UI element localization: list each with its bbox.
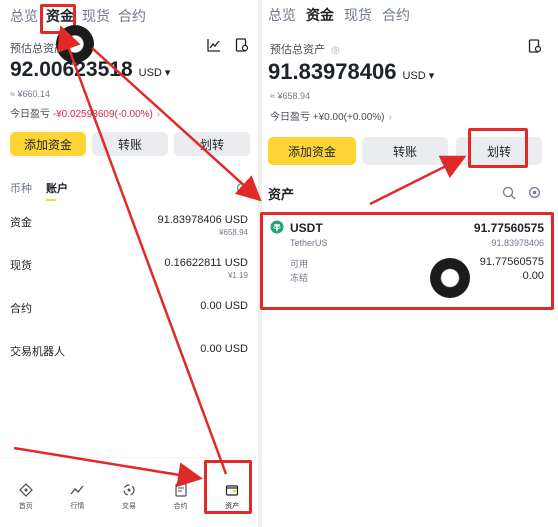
tab-overview[interactable]: 总览 [268, 5, 296, 25]
top-tabs: 总览 资金 现货 合约 [10, 6, 146, 26]
today-pnl[interactable]: 今日盈亏 -¥0.02593609(-0.00%) › [10, 105, 160, 120]
account-row-trading-bots[interactable]: 交易机器人 0.00 USD [10, 343, 248, 363]
coin-total: 91.77560575 [473, 221, 544, 235]
tab-coins[interactable]: 币种 [10, 180, 32, 196]
account-name: 合约 [10, 303, 32, 315]
account-value: 0.00 USD [200, 300, 248, 312]
tab-overview[interactable]: 总览 [10, 6, 38, 26]
total-balance: 92.00623518 USD ▾ [10, 58, 171, 81]
settings-icon[interactable] [528, 186, 542, 200]
right-screen: 总览 资金 现货 合约 预估总资产 ◎ 91.83978406 USD ▾ ≈ ¥… [262, 0, 558, 527]
total-balance: 91.83978406 USD ▾ [268, 59, 435, 84]
nav-futures[interactable]: 合约 [161, 483, 201, 511]
account-value: 91.83978406 USD [157, 214, 248, 226]
tab-spot[interactable]: 现货 [82, 6, 110, 26]
nav-markets[interactable]: 行情 [57, 483, 97, 511]
top-tabs: 总览 资金 现货 合约 [268, 5, 410, 25]
today-pnl[interactable]: 今日盈亏 +¥0.00(+0.00%) › [270, 108, 392, 123]
fiat-equivalent: ≈ ¥660.14 [10, 89, 50, 99]
frozen-amount: 0.00 [522, 270, 544, 282]
tab-spot[interactable]: 现货 [344, 5, 372, 25]
tab-futures[interactable]: 合约 [118, 6, 146, 26]
account-row-futures[interactable]: 合约 0.00 USD [10, 300, 248, 320]
wallet-icon [226, 485, 239, 496]
add-funds-button[interactable]: 添加资金 [10, 132, 86, 156]
tab-futures[interactable]: 合约 [382, 5, 410, 25]
history-icon[interactable] [528, 39, 542, 53]
account-row-funding[interactable]: 资金 91.83978406 USD ¥658.94 [10, 214, 248, 242]
tab-accounts[interactable]: 账户 [46, 180, 68, 201]
account-value: 0.00 USD [200, 343, 248, 355]
account-name: 现货 [10, 260, 32, 272]
nav-trade[interactable]: 交易 [109, 483, 149, 511]
coin-name: TetherUS [290, 238, 328, 248]
frozen-label: 冻结 [290, 273, 309, 283]
transfer-button[interactable]: 转账 [92, 132, 168, 156]
fiat-equivalent: ≈ ¥658.94 [270, 91, 310, 101]
currency-selector[interactable]: USD ▾ [139, 67, 171, 79]
estimated-total-label: 预估总资产 ◎ [270, 44, 340, 56]
tab-funding[interactable]: 资金 [46, 6, 74, 26]
account-fiat: ¥1.19 [227, 271, 248, 280]
bottom-navigation: 首页 行情 交易 合约 资产 [0, 457, 258, 527]
coin-total-fiat: 91.83978406 [491, 238, 544, 248]
search-icon[interactable] [502, 186, 516, 200]
assets-section-title: 资产 [268, 187, 295, 202]
account-name: 资金 [10, 217, 32, 229]
home-icon [18, 483, 33, 497]
account-row-spot[interactable]: 现货 0.16622811 USD ¥1.19 [10, 257, 248, 285]
markets-icon [70, 485, 84, 495]
usdt-icon [270, 220, 284, 239]
tab-funding[interactable]: 资金 [306, 5, 334, 25]
eye-icon[interactable]: ◎ [331, 45, 340, 56]
nav-home[interactable]: 首页 [6, 483, 46, 511]
futures-icon [174, 483, 187, 497]
available-amount: 91.77560575 [479, 256, 544, 268]
asset-subtabs: 币种 账户 [10, 180, 68, 201]
account-name: 交易机器人 [10, 346, 65, 358]
transfer-button[interactable]: 转账 [362, 137, 448, 165]
account-value: 0.16622811 USD [164, 257, 248, 269]
nav-assets[interactable]: 资产 [212, 483, 252, 511]
available-label: 可用 [290, 259, 309, 269]
touch-indicator [430, 258, 470, 298]
account-fiat: ¥658.94 [219, 228, 248, 237]
left-screen: 总览 资金 现货 合约 预估总资产 92.00623518 USD ▾ ≈ ¥66… [0, 0, 258, 527]
add-funds-button[interactable]: 添加资金 [268, 137, 356, 165]
internal-transfer-button[interactable]: 划转 [456, 137, 542, 165]
trade-icon [123, 484, 135, 496]
internal-transfer-button[interactable]: 划转 [174, 132, 250, 156]
history-icon[interactable] [235, 38, 249, 52]
touch-indicator [56, 25, 94, 63]
settings-icon[interactable] [236, 181, 250, 195]
coin-symbol: USDT [290, 221, 323, 235]
coin-card-usdt[interactable]: USDT 91.77560575 TetherUS 91.83978406 可用… [262, 212, 558, 308]
currency-selector[interactable]: USD ▾ [402, 70, 434, 82]
chart-icon[interactable] [207, 38, 221, 52]
